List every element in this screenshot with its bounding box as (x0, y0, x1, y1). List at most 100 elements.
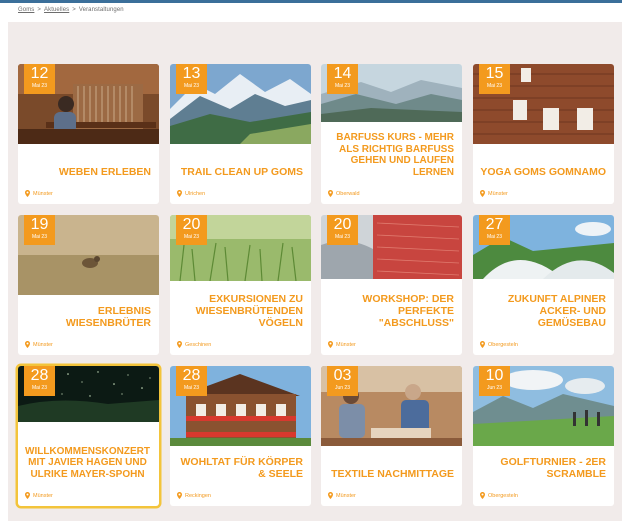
date-month: Mai 23 (486, 234, 502, 240)
date-badge: 13 Mai 23 (176, 64, 207, 94)
location-pin-icon (177, 492, 182, 499)
date-month: Mai 23 (334, 83, 350, 89)
date-badge: 14 Mai 23 (327, 64, 358, 94)
event-location: Münster (25, 341, 53, 348)
date-day: 03 (333, 367, 352, 384)
breadcrumb: Goms > Aktuelles > Veranstaltungen (18, 7, 124, 13)
breadcrumb-current: Veranstaltungen (78, 7, 124, 13)
event-card[interactable]: 14 Mai 23 Barfuss Kurs - mehr als richti… (321, 64, 462, 204)
location-pin-icon (328, 341, 333, 348)
location-pin-icon (177, 341, 182, 348)
location-pin-icon (480, 341, 485, 348)
event-location-name: Ulrichen (185, 190, 206, 197)
event-location-name: Reckingen (185, 492, 211, 499)
event-title[interactable]: Golfturnier - 2er Scramble (479, 456, 606, 480)
date-day: 19 (30, 216, 49, 233)
event-title[interactable]: Trail Clean Up Goms (176, 166, 303, 178)
location-pin-icon (328, 190, 333, 197)
event-location-name: Obergesteln (488, 492, 518, 499)
date-month: Mai 23 (31, 234, 47, 240)
event-card[interactable]: 12 Mai 23 Weben erleben Münster (18, 64, 159, 204)
date-badge: 27 Mai 23 (479, 215, 510, 245)
top-accent-line (0, 0, 622, 3)
event-location-name: Münster (33, 341, 53, 348)
date-day: 13 (182, 65, 201, 82)
event-location: Reckingen (177, 492, 211, 499)
date-badge: 03 Jun 23 (327, 366, 358, 396)
breadcrumb-link-home[interactable]: Goms (18, 7, 34, 13)
date-month: Mai 23 (31, 385, 47, 391)
location-pin-icon (25, 341, 30, 348)
event-title[interactable]: Yoga Goms Gomnamo (479, 166, 606, 178)
date-day: 28 (182, 367, 201, 384)
event-location-name: Obergesteln (488, 341, 518, 348)
event-card[interactable]: 28 Mai 23 Wohltat für Körper & Seele Rec… (170, 366, 311, 506)
date-badge: 20 Mai 23 (327, 215, 358, 245)
event-card[interactable]: 13 Mai 23 Trail Clean Up Goms Ulrichen (170, 64, 311, 204)
date-day: 27 (485, 216, 504, 233)
breadcrumb-separator: > (72, 7, 76, 13)
location-pin-icon (480, 492, 485, 499)
event-card[interactable]: 20 Mai 23 Exkursionen zu wiesenbrütenden… (170, 215, 311, 355)
event-location-name: Münster (336, 492, 356, 499)
event-location-name: Geschinen (185, 341, 212, 348)
event-title[interactable]: Exkursionen zu wiesenbrütenden Vögeln (176, 293, 303, 329)
event-location-name: Münster (33, 190, 53, 197)
event-location: Münster (25, 492, 53, 499)
date-badge: 12 Mai 23 (24, 64, 55, 94)
date-badge: 10 Jun 23 (479, 366, 510, 396)
date-badge: 19 Mai 23 (24, 215, 55, 245)
location-pin-icon (177, 190, 182, 197)
date-day: 28 (30, 367, 49, 384)
date-month: Mai 23 (31, 83, 47, 89)
event-location: Obergesteln (480, 492, 518, 499)
event-title[interactable]: Willkommenskonzert mit Javier Hagen und … (24, 446, 151, 481)
date-day: 20 (182, 216, 201, 233)
event-card[interactable]: 10 Jun 23 Golfturnier - 2er Scramble Obe… (473, 366, 614, 506)
date-month: Mai 23 (334, 234, 350, 240)
event-title[interactable]: Weben erleben (24, 166, 151, 178)
event-title[interactable]: Wohltat für Körper & Seele (176, 456, 303, 480)
event-location: Oberwald (328, 190, 360, 197)
location-pin-icon (480, 190, 485, 197)
date-day: 14 (333, 65, 352, 82)
breadcrumb-separator: > (37, 7, 42, 13)
event-location: Geschinen (177, 341, 211, 348)
event-title[interactable]: Barfuss Kurs - mehr als richtig barfuss … (327, 132, 454, 178)
date-month: Mai 23 (183, 385, 199, 391)
event-title[interactable]: Zukunft alpiner Acker- und Gemüsebau (479, 293, 606, 329)
date-month: Mai 23 (486, 83, 502, 89)
event-title[interactable]: Workshop: Der perfekte "Abschluss" (327, 293, 454, 329)
date-day: 10 (485, 367, 504, 384)
event-card[interactable]: 20 Mai 23 Workshop: Der perfekte "Abschl… (321, 215, 462, 355)
event-location: Münster (480, 190, 508, 197)
event-card[interactable]: 19 Mai 23 Erlebnis Wiesenbrüter Münster (18, 215, 159, 355)
event-card-selected[interactable]: 28 Mai 23 Willkommenskonzert mit Javier … (18, 366, 159, 506)
events-panel: 12 Mai 23 Weben erleben Münster 13 (8, 22, 622, 521)
location-pin-icon (25, 190, 30, 197)
event-card[interactable]: 27 Mai 23 Zukunft alpiner Acker- und Gem… (473, 215, 614, 355)
date-badge: 20 Mai 23 (176, 215, 207, 245)
date-day: 20 (333, 216, 352, 233)
event-location-name: Münster (336, 341, 356, 348)
event-location-name: Oberwald (336, 190, 360, 197)
location-pin-icon (328, 492, 333, 499)
event-card[interactable]: 15 Mai 23 Yoga Goms Gomnamo Münster (473, 64, 614, 204)
date-month: Jun 23 (334, 385, 350, 391)
date-month: Mai 23 (183, 234, 199, 240)
event-card[interactable]: 03 Jun 23 Textile Nachmittage Münster (321, 366, 462, 506)
date-day: 15 (485, 65, 504, 82)
event-location-name: Münster (488, 190, 508, 197)
date-month: Jun 23 (486, 385, 502, 391)
event-title[interactable]: Textile Nachmittage (327, 468, 454, 480)
date-badge: 28 Mai 23 (176, 366, 207, 396)
event-location: Münster (25, 190, 53, 197)
event-location: Münster (328, 492, 356, 499)
event-title[interactable]: Erlebnis Wiesenbrüter (24, 305, 151, 329)
page: Goms > Aktuelles > Veranstaltungen 12 Mai 2 (0, 0, 622, 521)
date-badge: 15 Mai 23 (479, 64, 510, 94)
date-badge: 28 Mai 23 (24, 366, 55, 396)
breadcrumb-link-aktuelles[interactable]: Aktuelles (44, 7, 69, 13)
event-location: Obergesteln (480, 341, 518, 348)
event-location: Ulrichen (177, 190, 205, 197)
